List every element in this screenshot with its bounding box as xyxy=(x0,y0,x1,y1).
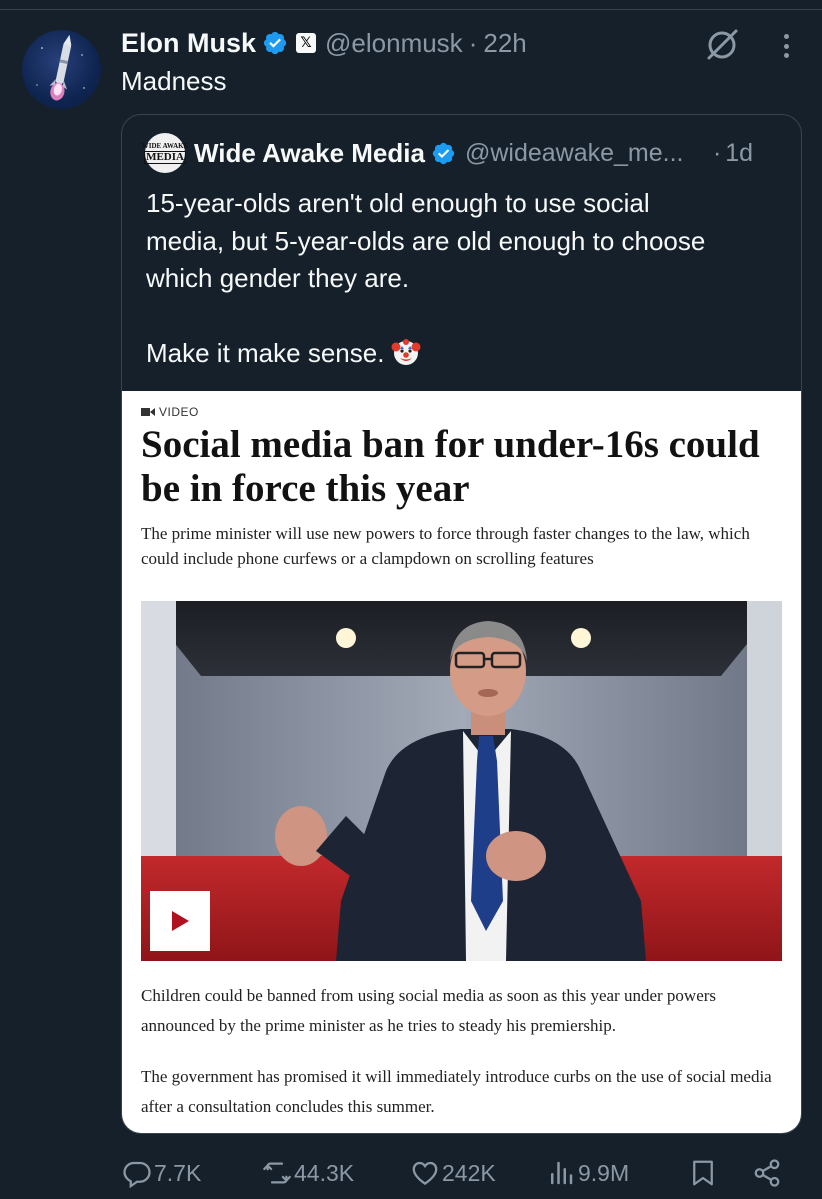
reply-icon xyxy=(123,1161,151,1188)
article-headline: Social media ban for under-16s could be … xyxy=(141,423,760,510)
quote-closing-text: Make it make sense. xyxy=(146,338,385,368)
repost-count: 44.3K xyxy=(294,1159,355,1186)
quote-line: which gender they are. xyxy=(146,263,410,293)
clown-face-emoji-icon xyxy=(391,339,421,365)
verified-badge-icon[interactable] xyxy=(262,30,288,56)
article-standfirst: The prime minister will use new powers t… xyxy=(141,524,750,568)
quote-avatar-line1: WIDE AWAKE xyxy=(141,141,189,150)
quote-author-handle[interactable]: @wideawake_me... xyxy=(465,139,697,168)
like-count: 242K xyxy=(442,1159,496,1186)
quote-line: 15-year-olds aren't old enough to use so… xyxy=(146,188,650,218)
repost-icon xyxy=(263,1162,291,1184)
views-count: 9.9M xyxy=(578,1159,630,1186)
views-chart-icon xyxy=(551,1161,573,1185)
author-avatar[interactable] xyxy=(22,30,101,109)
top-divider xyxy=(0,9,822,10)
article-photo[interactable] xyxy=(141,601,782,961)
article-paragraph: Children could be banned from using soci… xyxy=(141,986,717,1035)
views-button[interactable]: 9.9M xyxy=(546,1150,629,1196)
separator-dot: · xyxy=(712,138,722,167)
quote-avatar-line2: MEDIA xyxy=(144,150,186,164)
heart-icon xyxy=(412,1161,438,1185)
share-icon xyxy=(754,1159,780,1187)
video-label-text: VIDEO xyxy=(159,405,199,419)
reply-count: 7.7K xyxy=(154,1159,202,1186)
video-label: VIDEO xyxy=(141,405,199,419)
quote-closing-line: Make it make sense. xyxy=(146,335,786,373)
video-camera-icon xyxy=(141,408,155,416)
rocket-avatar-icon xyxy=(36,34,85,101)
like-button[interactable]: 242K xyxy=(410,1150,496,1196)
more-options-icon[interactable] xyxy=(776,28,796,64)
x-affiliate-badge-icon[interactable]: 𝕏 xyxy=(296,33,317,53)
play-icon xyxy=(171,911,189,931)
author-name[interactable]: Elon Musk xyxy=(121,28,256,59)
speaker-photo xyxy=(141,601,782,961)
bookmark-icon xyxy=(693,1160,713,1186)
repost-button[interactable]: 44.3K xyxy=(262,1150,354,1196)
tweet-header: Elon Musk 𝕏 @elonmusk · 22h xyxy=(121,26,527,60)
tweet-time[interactable]: 22h xyxy=(483,28,526,59)
share-button[interactable] xyxy=(752,1150,784,1196)
reply-button[interactable]: 7.7K xyxy=(122,1150,201,1196)
quote-author-name[interactable]: Wide Awake Media xyxy=(194,138,425,169)
quote-line: media, but 5-year-olds are old enough to… xyxy=(146,225,706,256)
quote-text: 15-year-olds aren't old enough to use so… xyxy=(146,185,786,373)
article-image[interactable]: VIDEO Social media ban for under-16s cou… xyxy=(122,391,801,1133)
article-paragraph: The government has promised it will imme… xyxy=(141,1067,772,1116)
bookmark-button[interactable] xyxy=(688,1150,720,1196)
quote-avatar[interactable]: WIDE AWAKE MEDIA xyxy=(141,133,189,173)
author-handle[interactable]: @elonmusk xyxy=(325,28,463,59)
quote-time[interactable]: 1d xyxy=(725,139,753,168)
tweet-text: Madness xyxy=(121,66,227,96)
grok-icon[interactable] xyxy=(702,25,742,65)
quoted-tweet-card[interactable]: WIDE AWAKE MEDIA Wide Awake Media @widea… xyxy=(121,114,802,1134)
play-button[interactable] xyxy=(150,891,210,951)
quote-header: WIDE AWAKE MEDIA Wide Awake Media @widea… xyxy=(141,133,753,173)
separator-dot: · xyxy=(468,27,478,58)
verified-badge-icon[interactable] xyxy=(431,141,456,166)
action-bar: 7.7K 44.3K 242K 9.9M xyxy=(0,1150,822,1196)
